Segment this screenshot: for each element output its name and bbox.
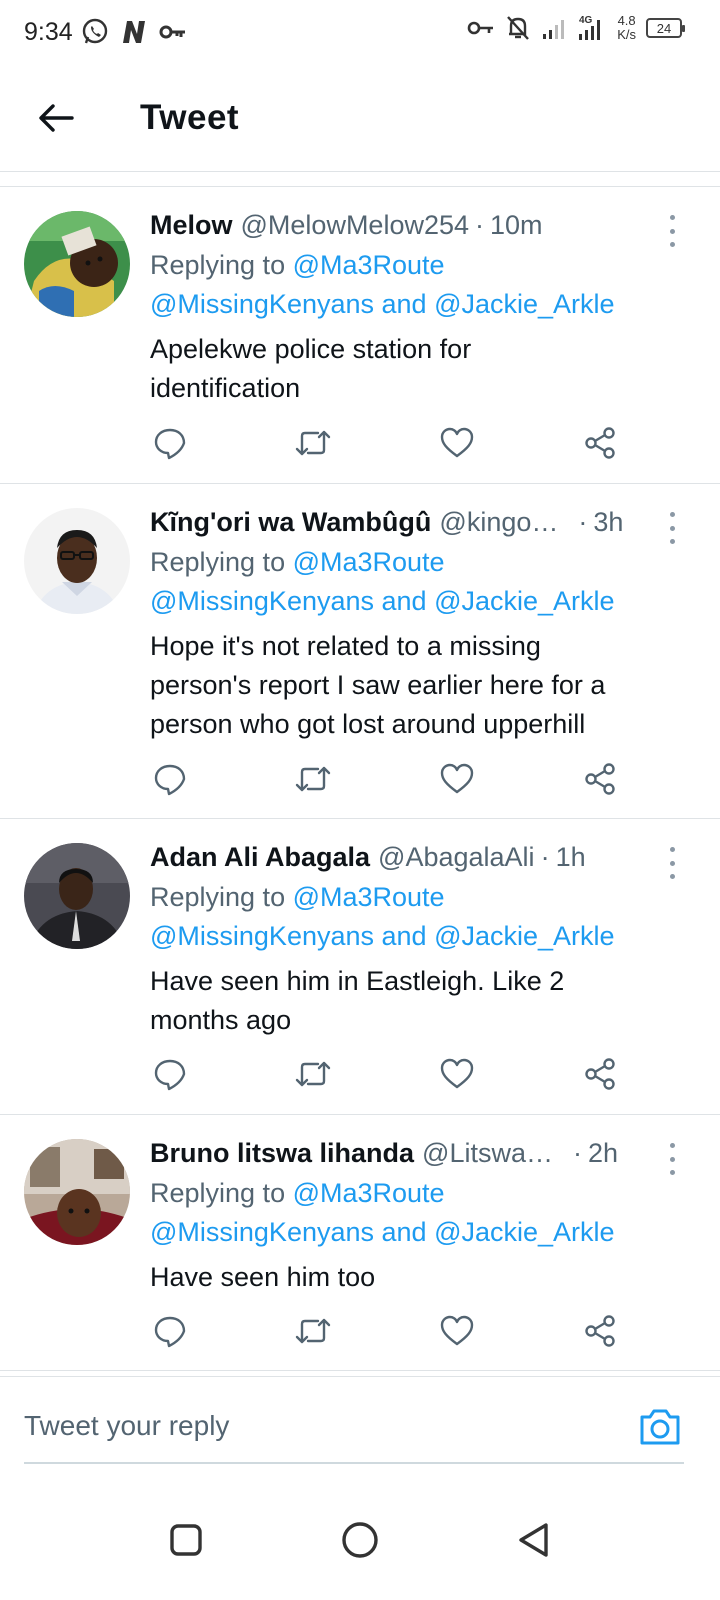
- tweet-text: Have seen him too: [150, 1262, 376, 1292]
- notifications-off-icon: [505, 14, 531, 42]
- tweet-time: 2h: [587, 1138, 619, 1168]
- avatar[interactable]: [24, 508, 130, 614]
- app-header: Tweet: [0, 64, 720, 172]
- tweet-text: Have seen him in Eastleigh. Like 2 month…: [150, 966, 565, 1035]
- retweet-icon[interactable]: [293, 1054, 333, 1094]
- triangle-back-icon: [519, 1523, 548, 1557]
- tweet-text: Apelekwe police station for identificati…: [150, 334, 472, 403]
- share-icon[interactable]: [580, 423, 620, 463]
- author-name[interactable]: Kĩng'ori wa Wambûgû: [150, 502, 431, 542]
- avatar[interactable]: [24, 211, 130, 317]
- more-options-button[interactable]: [660, 1141, 684, 1177]
- status-bar: 9:34 4G 4.8 K/s 24: [0, 0, 720, 64]
- arrow-left-icon: [39, 103, 74, 132]
- retweet-icon[interactable]: [293, 423, 333, 463]
- share-icon[interactable]: [580, 1311, 620, 1351]
- key-icon: [159, 22, 187, 42]
- retweet-icon[interactable]: [293, 1311, 333, 1351]
- mention-link[interactable]: @MissingKenyans: [150, 921, 374, 951]
- share-icon[interactable]: [580, 1054, 620, 1094]
- mention-link[interactable]: @Jackie_Arkle: [434, 586, 614, 616]
- author-handle[interactable]: @AbagalaAli: [378, 837, 535, 877]
- reply-icon[interactable]: [150, 1311, 190, 1351]
- home-button[interactable]: [338, 1518, 382, 1562]
- svg-text:4G: 4G: [579, 15, 593, 26]
- system-nav-bar: [0, 1480, 720, 1600]
- retweet-icon[interactable]: [293, 759, 333, 799]
- share-icon[interactable]: [580, 759, 620, 799]
- replying-to: Replying to @Ma3Route @MissingKenyans an…: [150, 250, 615, 319]
- status-time: 9:34: [24, 17, 73, 46]
- tweet-time: 10m: [490, 210, 543, 240]
- n-app-icon: [119, 19, 149, 45]
- reply-composer: [0, 1376, 720, 1476]
- author-name[interactable]: Bruno litswa lihanda: [150, 1133, 414, 1173]
- reply-icon[interactable]: [150, 759, 190, 799]
- like-icon[interactable]: [437, 1311, 477, 1351]
- back-button[interactable]: [26, 88, 86, 148]
- author-name[interactable]: Melow: [150, 205, 233, 245]
- signal-icon: [541, 16, 567, 40]
- mention-link[interactable]: @Jackie_Arkle: [434, 289, 614, 319]
- tweet-text: Hope it's not related to a missing perso…: [150, 631, 606, 739]
- camera-icon: [640, 1409, 680, 1445]
- avatar[interactable]: [24, 1139, 130, 1245]
- signal-4g-icon: 4G: [577, 14, 607, 42]
- replying-to: Replying to @Ma3Route @MissingKenyans an…: [150, 1178, 615, 1247]
- battery-level: 24: [656, 20, 672, 36]
- author-handle[interactable]: @kingo…: [439, 502, 558, 542]
- reply-input[interactable]: [24, 1377, 624, 1475]
- tweet-time: 3h: [593, 507, 624, 537]
- tweet-time: 1h: [555, 842, 586, 872]
- like-icon[interactable]: [437, 759, 477, 799]
- system-back-button[interactable]: [512, 1518, 556, 1562]
- mention-link[interactable]: @Ma3Route: [293, 547, 445, 577]
- more-options-button[interactable]: [660, 213, 684, 249]
- more-options-button[interactable]: [660, 845, 684, 881]
- mention-link[interactable]: @Jackie_Arkle: [434, 1217, 614, 1247]
- like-icon[interactable]: [437, 1054, 477, 1094]
- reply-icon[interactable]: [150, 1054, 190, 1094]
- author-handle[interactable]: @Litswa…: [422, 1133, 553, 1173]
- mention-link[interactable]: @Ma3Route: [293, 250, 445, 280]
- replying-to: Replying to @Ma3Route @MissingKenyans an…: [150, 882, 615, 951]
- tweet-reply[interactable]: Melow @MelowMelow254 · 10m Replying to @…: [0, 187, 720, 484]
- network-speed: 4.8 K/s: [617, 13, 636, 42]
- replying-to: Replying to @Ma3Route @MissingKenyans an…: [150, 547, 615, 616]
- mention-link[interactable]: @MissingKenyans: [150, 586, 374, 616]
- vpn-key-icon: [467, 18, 495, 38]
- whatsapp-icon: [81, 18, 109, 46]
- mention-link[interactable]: @Jackie_Arkle: [434, 921, 614, 951]
- like-icon[interactable]: [437, 423, 477, 463]
- tweet-actions: [150, 1311, 620, 1351]
- tweet-actions: [150, 1054, 620, 1094]
- mention-link[interactable]: @MissingKenyans: [150, 289, 374, 319]
- tweet-reply[interactable]: Adan Ali Abagala @AbagalaAli · 1h Replyi…: [0, 819, 720, 1115]
- camera-button[interactable]: [638, 1407, 682, 1447]
- tweet-actions: [150, 423, 620, 463]
- square-icon: [170, 1524, 202, 1556]
- tweet-actions: [150, 759, 620, 799]
- page-title: Tweet: [140, 97, 240, 137]
- mention-link[interactable]: @MissingKenyans: [150, 1217, 374, 1247]
- mention-link[interactable]: @Ma3Route: [293, 882, 445, 912]
- author-name[interactable]: Adan Ali Abagala: [150, 837, 370, 877]
- avatar[interactable]: [24, 843, 130, 949]
- battery-icon: 24: [646, 18, 685, 38]
- reply-icon[interactable]: [150, 423, 190, 463]
- author-handle[interactable]: @MelowMelow254: [241, 205, 470, 245]
- tweet-reply[interactable]: Kĩng'ori wa Wambûgû @kingo… · 3h Replyin…: [0, 484, 720, 819]
- reply-underline: [24, 1462, 684, 1464]
- tweet-reply[interactable]: Bruno litswa lihanda @Litswa… · 2h Reply…: [0, 1115, 720, 1371]
- circle-icon: [342, 1522, 378, 1558]
- recents-button[interactable]: [164, 1518, 208, 1562]
- mention-link[interactable]: @Ma3Route: [293, 1178, 445, 1208]
- more-options-button[interactable]: [660, 510, 684, 546]
